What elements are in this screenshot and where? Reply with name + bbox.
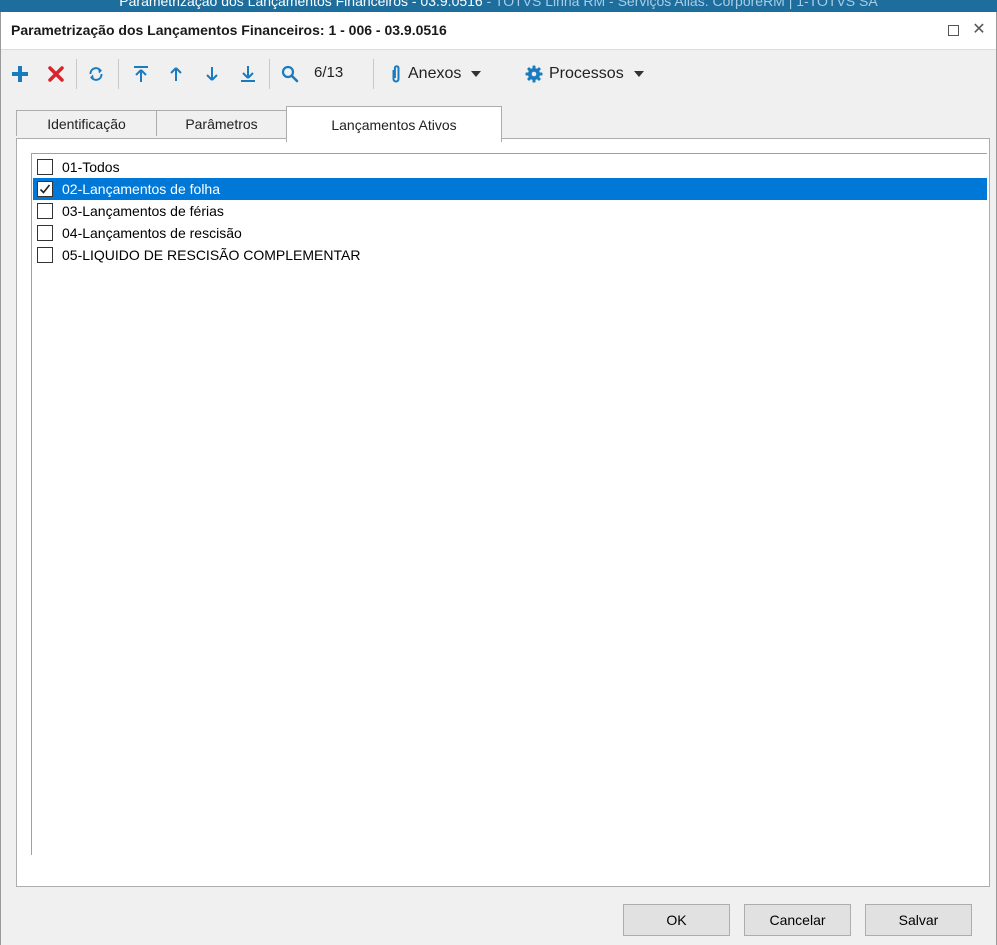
checkbox[interactable]	[37, 225, 53, 241]
attachments-menu[interactable]: Anexos	[390, 63, 510, 85]
list-item[interactable]: 03-Lançamentos de férias	[33, 200, 987, 222]
list-item[interactable]: 02-Lançamentos de folha	[33, 178, 987, 200]
checkmark-icon	[39, 184, 51, 194]
refresh-button[interactable]	[85, 63, 107, 85]
toolbar-separator	[76, 59, 77, 89]
close-icon: ✕	[972, 21, 986, 38]
list-item-label: 01-Todos	[62, 159, 120, 175]
first-record-button[interactable]	[130, 63, 152, 85]
checkbox[interactable]	[37, 247, 53, 263]
entries-list[interactable]: 01-Todos 02-Lançamentos de folha 03-Lanç…	[31, 153, 987, 855]
attachments-label: Anexos	[408, 65, 462, 82]
toolbar: 6/13 Anexos Processos	[1, 51, 996, 99]
toolbar-separator	[373, 59, 374, 89]
search-button[interactable]	[279, 63, 301, 85]
next-record-button[interactable]	[201, 63, 223, 85]
maximize-button[interactable]	[943, 20, 963, 40]
add-button[interactable]	[9, 63, 31, 85]
chevron-down-icon	[633, 71, 644, 77]
dialog-window: Parametrização dos Lançamentos Financeir…	[0, 12, 997, 945]
list-item[interactable]: 05-LIQUIDO DE RESCISÃO COMPLEMENTAR	[33, 244, 987, 266]
delete-button[interactable]	[45, 63, 67, 85]
checkbox[interactable]	[37, 159, 53, 175]
dialog-title: Parametrização dos Lançamentos Financeir…	[11, 22, 447, 38]
app-title: Parametrização dos Lançamentos Financeir…	[119, 0, 483, 9]
app-subtitle: - TOTVS Linha RM - Serviços Alias: Corpo…	[482, 0, 878, 9]
last-record-button[interactable]	[237, 63, 259, 85]
previous-record-button[interactable]	[165, 63, 187, 85]
tab-panel: 01-Todos 02-Lançamentos de folha 03-Lanç…	[16, 138, 990, 887]
tab-identificacao[interactable]: Identificação	[16, 110, 157, 136]
dialog-titlebar: Parametrização dos Lançamentos Financeir…	[1, 12, 996, 50]
list-item-label: 02-Lançamentos de folha	[62, 181, 220, 197]
checkbox[interactable]	[37, 203, 53, 219]
list-item[interactable]: 04-Lançamentos de rescisão	[33, 222, 987, 244]
refresh-icon	[89, 67, 103, 81]
arrow-to-bottom-icon	[241, 66, 255, 82]
cancel-button[interactable]: Cancelar	[744, 904, 851, 936]
list-item-label: 05-LIQUIDO DE RESCISÃO COMPLEMENTAR	[62, 247, 361, 263]
checkbox[interactable]	[37, 181, 53, 197]
list-item-label: 03-Lançamentos de férias	[62, 203, 224, 219]
arrow-to-top-icon	[134, 66, 148, 82]
list-item[interactable]: 01-Todos	[33, 156, 987, 178]
save-button[interactable]: Salvar	[865, 904, 972, 936]
toolbar-separator	[269, 59, 270, 89]
toolbar-separator	[118, 59, 119, 89]
processes-menu[interactable]: Processos	[525, 63, 675, 85]
processes-label: Processos	[549, 65, 624, 82]
maximize-icon	[947, 24, 959, 36]
tab-lancamentos-ativos[interactable]: Lançamentos Ativos	[286, 106, 502, 142]
close-button[interactable]: ✕	[969, 20, 989, 40]
chevron-down-icon	[471, 71, 482, 77]
tab-parametros[interactable]: Parâmetros	[156, 110, 287, 136]
plus-icon	[12, 66, 28, 82]
gear-icon	[525, 65, 543, 83]
arrow-up-icon	[170, 67, 182, 81]
list-item-label: 04-Lançamentos de rescisão	[62, 225, 242, 241]
app-title-text: Parametrização dos Lançamentos Financeir…	[0, 0, 997, 9]
x-icon	[48, 66, 64, 82]
paperclip-icon	[392, 65, 400, 83]
ok-button[interactable]: OK	[623, 904, 730, 936]
record-counter: 6/13	[314, 64, 344, 81]
app-titlebar: Parametrização dos Lançamentos Financeir…	[0, 0, 997, 12]
arrow-down-icon	[206, 67, 218, 81]
magnifier-icon	[281, 65, 299, 83]
